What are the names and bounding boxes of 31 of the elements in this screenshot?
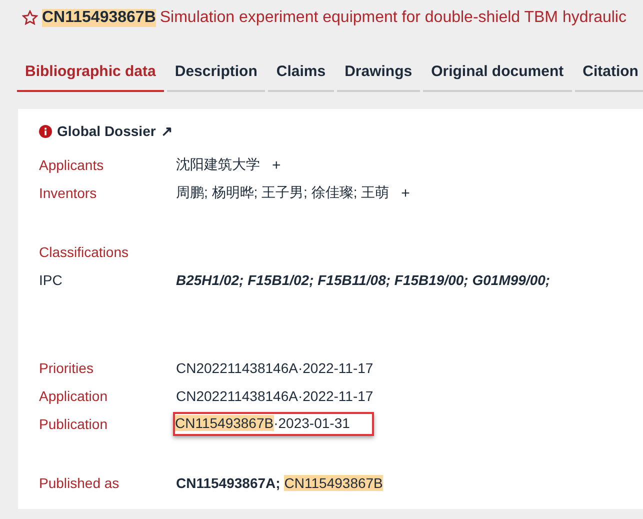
tab[interactable]: Bibliographic data — [17, 57, 164, 92]
field-value: CN115493867A; — [176, 475, 280, 491]
patent-title: Simulation experiment equipment for double-shield TBM hydraulic — [160, 9, 626, 27]
expand-toggle[interactable]: + — [401, 184, 410, 202]
highlighted-text: CN115493867B — [284, 475, 383, 491]
info-icon — [39, 124, 52, 138]
highlighted-text: CN115493867B — [175, 415, 274, 431]
field-value: B25H1/02; F15B1/02; F15B11/08; F15B19/00; G01M99/00; — [176, 272, 550, 288]
field-value: CN202211438146A·2022-11-17 — [176, 388, 374, 404]
field-label: Published as — [39, 475, 120, 491]
tab[interactable]: Drawings — [336, 57, 420, 92]
external-link-icon[interactable]: ↗ — [160, 123, 173, 139]
field-label: Inventors — [39, 185, 98, 201]
field-value: 沈阳建筑大学 — [176, 156, 260, 174]
field-label: Priorities — [39, 360, 94, 376]
tab[interactable]: Claims — [268, 57, 334, 92]
tab[interactable]: Citation — [574, 57, 643, 92]
star-icon[interactable] — [22, 10, 38, 26]
field-value: CN202211438146A·2022-11-17 — [176, 360, 374, 376]
field-label: Publication — [39, 416, 108, 432]
field-label: Applicants — [39, 157, 105, 173]
section-heading: Classifications — [39, 244, 130, 260]
tab[interactable]: Description — [166, 57, 266, 92]
field-label: IPC — [39, 272, 64, 288]
patent-number: CN115493867B — [42, 9, 156, 27]
global-dossier-link[interactable]: Global Dossier — [57, 123, 156, 139]
tab[interactable]: Original document — [423, 57, 572, 92]
field-label: Application — [39, 388, 108, 404]
field-value: ·2023-01-31 — [274, 415, 350, 431]
expand-toggle[interactable]: + — [272, 156, 281, 174]
field-value: 周鹏; 杨明晔; 王子男; 徐佳璨; 王萌 — [176, 184, 390, 202]
